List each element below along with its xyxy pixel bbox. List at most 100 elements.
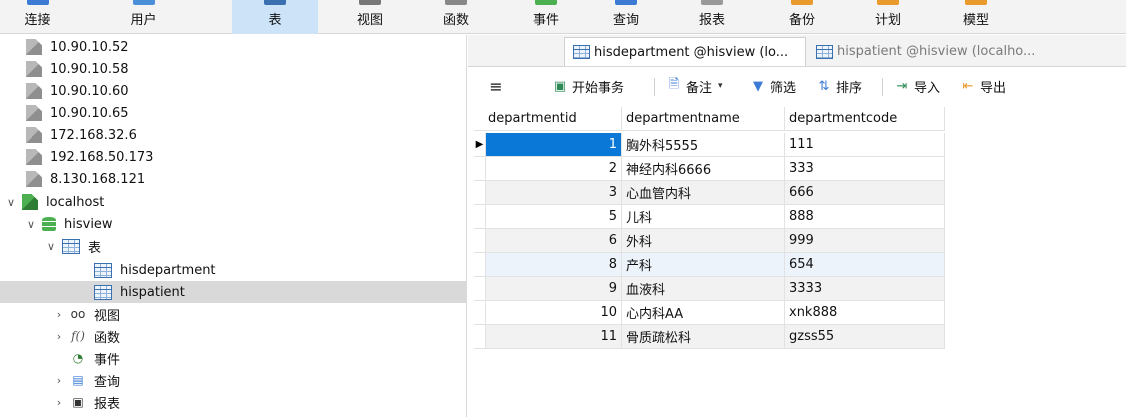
tree-queries-folder[interactable]: › ▤ 查询 <box>0 369 466 391</box>
dropdown-arrow-icon[interactable]: ▾ <box>718 81 723 91</box>
chevron-down-icon[interactable]: ∨ <box>4 195 18 209</box>
cell[interactable]: 外科 <box>622 229 785 253</box>
table-icon <box>94 284 112 300</box>
table-row[interactable]: 5 儿科 888 <box>474 205 945 229</box>
tree-events-folder[interactable]: ◔ 事件 <box>0 347 466 369</box>
table-icon <box>94 262 112 278</box>
cell[interactable]: 心内科AA <box>622 301 785 325</box>
filter-button[interactable]: ▼ 筛选 <box>750 76 796 96</box>
tree-table-item[interactable]: hisdepartment <box>0 259 466 281</box>
ribbon-schedule-button[interactable]: 计划 <box>858 0 918 34</box>
hamburger-menu-icon: ≡ <box>489 76 503 96</box>
cell[interactable]: 骨质疏松科 <box>622 325 785 349</box>
cell[interactable]: 9 <box>486 277 622 301</box>
chevron-right-icon[interactable]: › <box>52 373 66 387</box>
ribbon-label: 连接 <box>24 13 51 28</box>
note-button[interactable]: 🗎 备注 ▾ <box>666 76 723 96</box>
cell[interactable]: 胸外科5555 <box>622 133 785 157</box>
ribbon-table-button[interactable]: 表 <box>232 0 318 34</box>
ribbon-view-button[interactable]: 视图 <box>340 0 400 34</box>
tree-connection-item[interactable]: 10.90.10.60 <box>0 80 466 102</box>
connection-label: 10.90.10.52 <box>50 39 129 55</box>
ribbon-query-button[interactable]: 查询 <box>596 0 656 34</box>
cell[interactable]: xnk888 <box>785 301 945 325</box>
cell[interactable]: 8 <box>486 253 622 277</box>
tree-database-item[interactable]: ∨ hisview <box>0 213 466 235</box>
filter-icon: ▼ <box>753 78 763 94</box>
tree-connection-item[interactable]: 172.168.32.6 <box>0 124 466 146</box>
tree-connection-item[interactable]: 10.90.10.58 <box>0 58 466 80</box>
column-header[interactable]: departmentcode <box>785 107 945 131</box>
column-header[interactable]: departmentid <box>474 107 622 131</box>
table-row[interactable]: 9 血液科 3333 <box>474 277 945 301</box>
ribbon-report-button[interactable]: 报表 <box>682 0 742 34</box>
cell[interactable]: 3 <box>486 181 622 205</box>
tree-connection-item[interactable]: 10.90.10.65 <box>0 102 466 124</box>
table-row[interactable]: 6 外科 999 <box>474 229 945 253</box>
cell[interactable]: 5 <box>486 205 622 229</box>
table-row[interactable]: ▶ 1 胸外科5555 111 <box>474 133 945 157</box>
tree-tables-folder[interactable]: ∨ 表 <box>0 235 466 257</box>
tab-hisdepartment[interactable]: hisdepartment @hisview (lo... <box>564 37 806 66</box>
tree-views-folder[interactable]: › oo 视图 <box>0 303 466 325</box>
cell[interactable]: 血液科 <box>622 277 785 301</box>
cell[interactable]: 666 <box>785 181 945 205</box>
ribbon-label: 计划 <box>874 13 901 28</box>
cell[interactable]: 儿科 <box>622 205 785 229</box>
cell[interactable]: 999 <box>785 229 945 253</box>
tree-table-item-selected[interactable]: hispatient <box>0 281 466 303</box>
cell[interactable]: 3333 <box>785 277 945 301</box>
cell[interactable]: 1 <box>486 133 622 157</box>
table-icon <box>816 44 833 59</box>
connection-label: 10.90.10.60 <box>50 83 129 99</box>
cell[interactable]: 11 <box>486 325 622 349</box>
tree-reports-folder[interactable]: › ▣ 报表 <box>0 391 466 413</box>
ribbon-user-button[interactable]: 用户 <box>106 0 181 34</box>
table-row[interactable]: 10 心内科AA xnk888 <box>474 301 945 325</box>
cell[interactable]: 神经内科6666 <box>622 157 785 181</box>
tree-connection-item[interactable]: 8.130.168.121 <box>0 168 466 190</box>
sort-button[interactable]: ⇅ 排序 <box>816 76 862 96</box>
table-row[interactable]: 2 神经内科6666 333 <box>474 157 945 181</box>
begin-transaction-button[interactable]: ▣ 开始事务 <box>552 76 624 96</box>
ribbon-function-button[interactable]: 函数 <box>426 0 486 34</box>
cell[interactable]: 2 <box>486 157 622 181</box>
folder-label: 报表 <box>94 396 121 412</box>
ribbon-event-button[interactable]: 事件 <box>516 0 576 34</box>
sort-icon: ⇅ <box>818 78 830 94</box>
tab-hispatient[interactable]: hispatient @hisview (localho... <box>808 37 1058 66</box>
chevron-right-icon[interactable]: › <box>52 395 66 409</box>
cell[interactable]: 10 <box>486 301 622 325</box>
chevron-down-icon[interactable]: ∨ <box>24 217 38 231</box>
cell[interactable]: gzss55 <box>785 325 945 349</box>
tree-localhost-item[interactable]: ∨ localhost <box>0 191 466 213</box>
export-button[interactable]: ⇤ 导出 <box>960 76 1006 96</box>
ribbon-backup-button[interactable]: 备份 <box>772 0 832 34</box>
chevron-right-icon[interactable]: › <box>52 329 66 343</box>
table-row[interactable]: 3 心血管内科 666 <box>474 181 945 205</box>
cell[interactable]: 心血管内科 <box>622 181 785 205</box>
chevron-right-icon[interactable]: › <box>52 307 66 321</box>
cell[interactable]: 333 <box>785 157 945 181</box>
ribbon-connection-button[interactable]: 连接 <box>0 0 75 34</box>
ribbon-model-button[interactable]: 模型 <box>946 0 1006 34</box>
folder-label: 表 <box>88 240 102 256</box>
table-row[interactable]: 11 骨质疏松科 gzss55 <box>474 325 945 349</box>
cell[interactable]: 6 <box>486 229 622 253</box>
tab-label: hisdepartment @hisview (lo... <box>594 44 789 60</box>
import-button[interactable]: ⇥ 导入 <box>894 76 940 96</box>
cell[interactable]: 888 <box>785 205 945 229</box>
query-icon: ▤ <box>72 373 84 387</box>
tree-connection-item[interactable]: 192.168.50.173 <box>0 146 466 168</box>
column-header[interactable]: departmentname <box>622 107 785 131</box>
connection-icon <box>26 61 42 77</box>
table-row[interactable]: 8 产科 654 <box>474 253 945 277</box>
cell[interactable]: 111 <box>785 133 945 157</box>
navigation-tree: 10.90.10.52 10.90.10.58 10.90.10.60 10.9… <box>0 35 467 417</box>
menu-button[interactable]: ≡ <box>488 76 508 96</box>
cell[interactable]: 654 <box>785 253 945 277</box>
tree-connection-item[interactable]: 10.90.10.52 <box>0 36 466 58</box>
cell[interactable]: 产科 <box>622 253 785 277</box>
chevron-down-icon[interactable]: ∨ <box>44 239 58 253</box>
tree-functions-folder[interactable]: › f() 函数 <box>0 325 466 347</box>
